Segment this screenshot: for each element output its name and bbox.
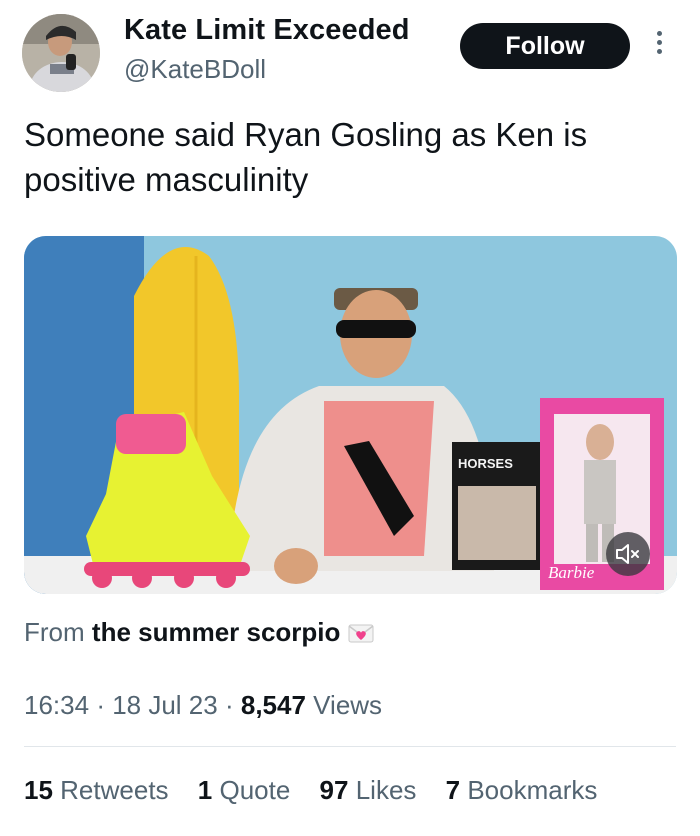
likes-stat[interactable]: 97 Likes bbox=[320, 775, 417, 805]
quotes-count: 1 bbox=[197, 775, 213, 805]
likes-count: 97 bbox=[319, 775, 349, 805]
follow-button[interactable]: Follow bbox=[460, 23, 630, 69]
tweet-date[interactable]: 18 Jul 23 bbox=[112, 690, 218, 720]
source-prefix: From bbox=[24, 617, 85, 647]
avatar-image bbox=[22, 14, 100, 92]
source-name[interactable]: the summer scorpio bbox=[92, 617, 341, 647]
retweets-stat[interactable]: 15 Retweets bbox=[24, 775, 169, 805]
video-source: From the summer scorpio bbox=[24, 617, 374, 650]
retweets-label: Retweets bbox=[60, 775, 169, 805]
quotes-stat[interactable]: 1 Quote bbox=[198, 775, 291, 805]
author-handle[interactable]: @KateBDoll bbox=[124, 54, 266, 85]
tweet-media[interactable]: HORSES Barbie bbox=[24, 236, 677, 594]
mute-icon[interactable] bbox=[606, 532, 650, 576]
doll-box-brand: Barbie bbox=[548, 563, 595, 582]
heart-letter-icon bbox=[348, 619, 374, 650]
avatar[interactable] bbox=[22, 14, 100, 92]
author-name[interactable]: Kate Limit Exceeded bbox=[124, 14, 410, 47]
likes-label: Likes bbox=[355, 775, 417, 805]
engagement-stats: 15 Retweets 1 Quote 97 Likes 7 Bookmarks bbox=[24, 775, 619, 806]
tweet-meta: 16:34 · 18 Jul 23 · 8,547 Views bbox=[24, 690, 383, 720]
book-title: HORSES bbox=[458, 456, 513, 471]
more-options-icon[interactable] bbox=[650, 28, 668, 64]
retweets-count: 15 bbox=[24, 775, 53, 805]
bookmarks-stat[interactable]: 7 Bookmarks bbox=[446, 775, 598, 805]
quotes-label: Quote bbox=[219, 775, 291, 805]
video-frame: HORSES Barbie bbox=[24, 236, 677, 594]
bookmarks-label: Bookmarks bbox=[467, 775, 598, 805]
tweet-time[interactable]: 16:34 bbox=[24, 690, 89, 720]
bookmarks-count: 7 bbox=[445, 775, 461, 805]
tweet-text: Someone said Ryan Gosling as Ken is posi… bbox=[24, 116, 588, 198]
divider bbox=[24, 746, 676, 747]
tweet: Kate Limit Exceeded @KateBDoll Follow So… bbox=[0, 0, 700, 836]
views-count: 8,547 bbox=[240, 690, 306, 720]
views-label: Views bbox=[313, 690, 383, 720]
